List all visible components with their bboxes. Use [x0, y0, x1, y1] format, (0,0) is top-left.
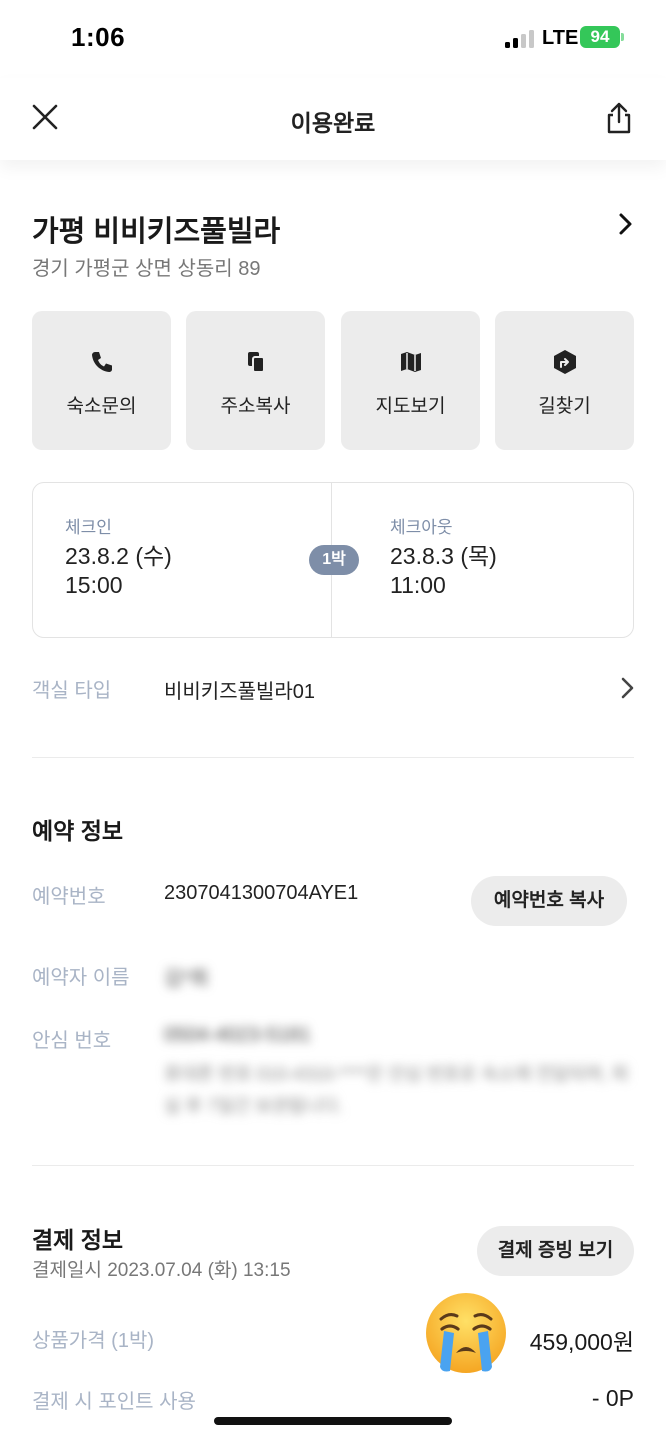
crying-face-sticker — [426, 1293, 506, 1373]
points-value: - 0P — [591, 1385, 634, 1411]
safe-number: 0504-4023-5181 — [164, 1024, 311, 1046]
price-label: 상품가격 (1박) — [32, 1330, 154, 1352]
checkin-label: 체크인 — [65, 518, 112, 537]
page-title: 이용완료 — [290, 110, 376, 136]
hotel-name[interactable]: 가평 비비키즈풀빌라 — [32, 208, 280, 250]
copy-address-button[interactable]: 주소복사 — [186, 311, 325, 450]
hotel-detail-button[interactable] — [612, 210, 640, 238]
phone-icon — [92, 352, 112, 372]
payment-date: 결제일시 2023.07.04 (화) 13:15 — [32, 1260, 291, 1281]
battery-icon: 94 — [580, 26, 624, 48]
copy-reservation-number-button[interactable]: 예약번호 복사 — [471, 876, 627, 926]
reservation-section-title: 예약 정보 — [32, 818, 124, 844]
safe-number-note: 휴대폰 번호 010-4310-****은 안심 번호로 숙소에 전달되며, 퇴… — [164, 1064, 629, 1116]
share-icon — [607, 102, 631, 134]
chevron-right-icon — [619, 213, 632, 235]
network-label: LTE — [542, 27, 579, 49]
points-label: 결제 시 포인트 사용 — [32, 1391, 196, 1413]
price-value: 459,000원 — [529, 1329, 634, 1355]
action-label: 숙소문의 — [66, 396, 137, 417]
home-indicator[interactable] — [214, 1417, 452, 1425]
section-divider — [32, 757, 634, 758]
action-label: 지도보기 — [375, 396, 446, 417]
directions-button[interactable]: 길찾기 — [495, 311, 634, 450]
hotel-address: 경기 가평군 상면 상동리 89 — [32, 258, 261, 280]
chevron-right-icon — [621, 677, 634, 699]
contact-property-button[interactable]: 숙소문의 — [32, 311, 171, 450]
signal-icon — [505, 30, 535, 48]
checkout-label: 체크아웃 — [390, 518, 453, 537]
room-detail-button[interactable] — [614, 675, 640, 701]
guest-name-label: 예약자 이름 — [32, 967, 130, 989]
payment-section-title: 결제 정보 — [32, 1227, 124, 1253]
directions-icon — [554, 350, 576, 374]
action-label: 주소복사 — [220, 396, 291, 417]
nights-badge: 1박 — [309, 545, 359, 575]
top-navigation-bar: 이용완료 — [0, 78, 666, 160]
reservation-number: 2307041300704AYE1 — [164, 882, 359, 904]
map-icon — [401, 352, 421, 372]
room-type-label: 객실 타입 — [32, 680, 112, 702]
checkin-block: 체크인 23.8.2 (수) 15:00 — [65, 513, 172, 600]
section-divider — [32, 1165, 634, 1166]
checkin-time: 15:00 — [65, 572, 123, 598]
checkin-date: 23.8.2 (수) — [65, 543, 172, 569]
reservation-number-label: 예약번호 — [32, 886, 106, 908]
action-label: 길찾기 — [538, 396, 591, 417]
safe-number-label: 안심 번호 — [32, 1030, 112, 1052]
stay-period-card: 체크인 23.8.2 (수) 15:00 1박 체크아웃 23.8.3 (목) … — [32, 482, 634, 638]
action-buttons: 숙소문의 주소복사 지도보기 길찾기 — [32, 311, 634, 450]
room-type-value[interactable]: 비비키즈풀빌라01 — [164, 675, 315, 704]
guest-name: 김*희 — [164, 968, 209, 990]
checkout-block: 체크아웃 23.8.3 (목) 11:00 — [390, 513, 497, 600]
checkout-time: 11:00 — [390, 572, 446, 598]
status-time: 1:06 — [71, 22, 126, 52]
view-map-button[interactable]: 지도보기 — [341, 311, 480, 450]
copy-icon — [248, 352, 265, 373]
status-bar: 1:06 LTE 94 — [0, 0, 666, 78]
checkout-date: 23.8.3 (목) — [390, 543, 497, 569]
view-receipt-button[interactable]: 결제 증빙 보기 — [477, 1226, 634, 1276]
share-button[interactable] — [602, 100, 636, 136]
